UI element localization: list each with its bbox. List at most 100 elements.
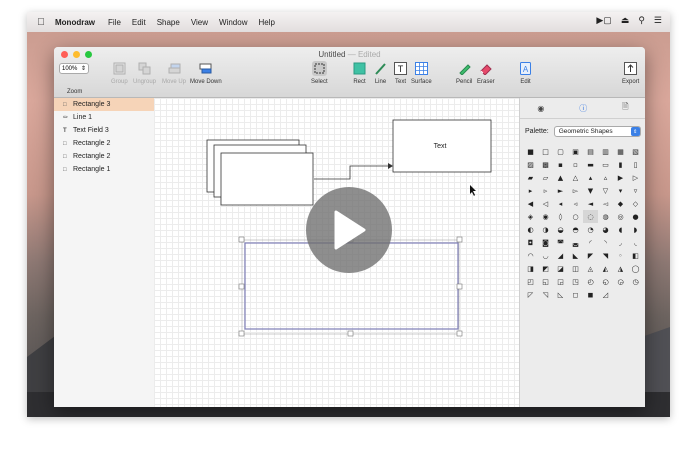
- stepper-icon[interactable]: ⇕: [81, 65, 86, 72]
- palette-glyph[interactable]: ◳: [568, 275, 583, 288]
- screen-record-icon[interactable]: ▶▢: [596, 15, 611, 26]
- palette-glyph[interactable]: ◮: [613, 262, 628, 275]
- palette-glyph[interactable]: ◯: [628, 262, 643, 275]
- apple-icon[interactable]: : [27, 17, 55, 28]
- palette-glyph[interactable]: ◇: [628, 197, 643, 210]
- palette-glyph[interactable]: ◶: [613, 275, 628, 288]
- menu-app-name[interactable]: Monodraw: [55, 18, 95, 27]
- palette-glyph[interactable]: ▢: [553, 145, 568, 158]
- palette-glyph[interactable]: □: [538, 145, 553, 158]
- palette-glyph[interactable]: ▸: [523, 184, 538, 197]
- palette-glyph[interactable]: ▧: [628, 145, 643, 158]
- palette-glyph[interactable]: ◗: [628, 223, 643, 236]
- palette-glyph[interactable]: ◌: [583, 210, 598, 223]
- notification-center-icon[interactable]: ☰: [654, 15, 662, 26]
- palette-glyph[interactable]: ◄: [583, 197, 598, 210]
- palette-glyph[interactable]: ▼: [583, 184, 598, 197]
- palette-glyph[interactable]: ◜: [583, 236, 598, 249]
- palette-glyph[interactable]: ◝: [598, 236, 613, 249]
- menu-view[interactable]: View: [191, 18, 208, 27]
- palette-glyph[interactable]: ▴: [583, 171, 598, 184]
- eject-icon[interactable]: ⏏: [621, 15, 630, 26]
- palette-glyph[interactable]: ◃: [568, 197, 583, 210]
- palette-glyph[interactable]: ◢: [553, 249, 568, 262]
- palette-glyph[interactable]: ◡: [538, 249, 553, 262]
- move-down-button[interactable]: Move Down: [190, 61, 222, 85]
- palette-select[interactable]: Geometric Shapes ⇕: [553, 126, 641, 137]
- palette-glyph[interactable]: ▽: [598, 184, 613, 197]
- palette-glyph[interactable]: ◥: [598, 249, 613, 262]
- menu-file[interactable]: File: [108, 18, 121, 27]
- palette-glyph[interactable]: ◻: [568, 288, 583, 301]
- palette-glyph[interactable]: ■: [523, 145, 538, 158]
- edit-button[interactable]: A Edit: [518, 61, 533, 85]
- palette-glyph[interactable]: ◎: [613, 210, 628, 223]
- surface-tool[interactable]: Surface: [411, 61, 432, 85]
- menu-help[interactable]: Help: [258, 18, 274, 27]
- palette-glyph[interactable]: ○: [568, 210, 583, 223]
- palette-glyph[interactable]: ◼: [583, 288, 598, 301]
- layer-item[interactable]: T Text Field 3: [54, 124, 154, 137]
- palette-glyph[interactable]: ▨: [523, 158, 538, 171]
- palette-glyph[interactable]: ▹: [538, 184, 553, 197]
- palette-glyph[interactable]: ◫: [568, 262, 583, 275]
- palette-glyph[interactable]: ◚: [553, 236, 568, 249]
- palette-glyph[interactable]: ◛: [568, 236, 583, 249]
- line-tool[interactable]: Line: [373, 61, 388, 85]
- palette-glyph[interactable]: ▬: [583, 158, 598, 171]
- info-tab-icon[interactable]: ⓘ: [579, 103, 587, 114]
- palette-glyph[interactable]: ▦: [613, 145, 628, 158]
- eraser-tool[interactable]: Eraser: [477, 61, 495, 85]
- palette-glyph[interactable]: ▲: [553, 171, 568, 184]
- palette-glyph[interactable]: ◅: [598, 197, 613, 210]
- palette-glyph[interactable]: ◵: [598, 275, 613, 288]
- palette-glyph[interactable]: ▫: [568, 158, 583, 171]
- palette-glyph[interactable]: ◦: [613, 249, 628, 262]
- zoom-control[interactable]: 100% ⇕: [59, 63, 89, 74]
- palette-glyph[interactable]: ◩: [538, 262, 553, 275]
- palette-glyph[interactable]: ◁: [538, 197, 553, 210]
- palette-glyph[interactable]: ◭: [598, 262, 613, 275]
- palette-glyph[interactable]: ◙: [538, 236, 553, 249]
- palette-glyph[interactable]: ◉: [538, 210, 553, 223]
- style-tab-icon[interactable]: ◉: [537, 104, 544, 113]
- palette-glyph[interactable]: ▰: [523, 171, 538, 184]
- menu-shape[interactable]: Shape: [157, 18, 180, 27]
- palette-glyph[interactable]: ◈: [523, 210, 538, 223]
- select-tool[interactable]: Select: [311, 61, 328, 85]
- pencil-tool[interactable]: Pencil: [456, 61, 472, 85]
- palette-glyph[interactable]: ◰: [523, 275, 538, 288]
- palette-glyph[interactable]: ◊: [553, 210, 568, 223]
- palette-glyph[interactable]: ◹: [538, 288, 553, 301]
- palette-glyph[interactable]: ◨: [523, 262, 538, 275]
- palette-glyph[interactable]: ◕: [598, 223, 613, 236]
- palette-glyph[interactable]: ◱: [538, 275, 553, 288]
- palette-glyph[interactable]: ▤: [583, 145, 598, 158]
- palette-glyph[interactable]: ◆: [613, 197, 628, 210]
- palette-glyph[interactable]: ◷: [628, 275, 643, 288]
- palette-glyph[interactable]: ◲: [553, 275, 568, 288]
- palette-glyph[interactable]: ◑: [538, 223, 553, 236]
- palette-glyph[interactable]: ◣: [568, 249, 583, 262]
- palette-glyph[interactable]: ▻: [568, 184, 583, 197]
- palette-glyph[interactable]: ▭: [598, 158, 613, 171]
- palette-glyph[interactable]: ▯: [628, 158, 643, 171]
- palette-glyph[interactable]: ▱: [538, 171, 553, 184]
- palette-glyph[interactable]: ◍: [598, 210, 613, 223]
- palette-glyph[interactable]: ◞: [613, 236, 628, 249]
- palette-glyph[interactable]: △: [568, 171, 583, 184]
- palette-glyph[interactable]: ▪: [553, 158, 568, 171]
- palette-glyph[interactable]: ◺: [553, 288, 568, 301]
- palette-glyph[interactable]: ▾: [613, 184, 628, 197]
- layer-item[interactable]: □ Rectangle 2: [54, 137, 154, 150]
- palette-glyph[interactable]: ▩: [538, 158, 553, 171]
- layer-item[interactable]: □ Rectangle 2: [54, 150, 154, 163]
- palette-glyph[interactable]: ◂: [553, 197, 568, 210]
- palette-glyph[interactable]: ◔: [583, 223, 598, 236]
- palette-glyph[interactable]: ◬: [583, 262, 598, 275]
- group-button[interactable]: Group: [111, 61, 128, 85]
- palette-glyph[interactable]: ▮: [613, 158, 628, 171]
- palette-glyph[interactable]: ◖: [613, 223, 628, 236]
- document-tab-icon[interactable]: 🗎: [622, 101, 628, 115]
- palette-glyph[interactable]: ◸: [523, 288, 538, 301]
